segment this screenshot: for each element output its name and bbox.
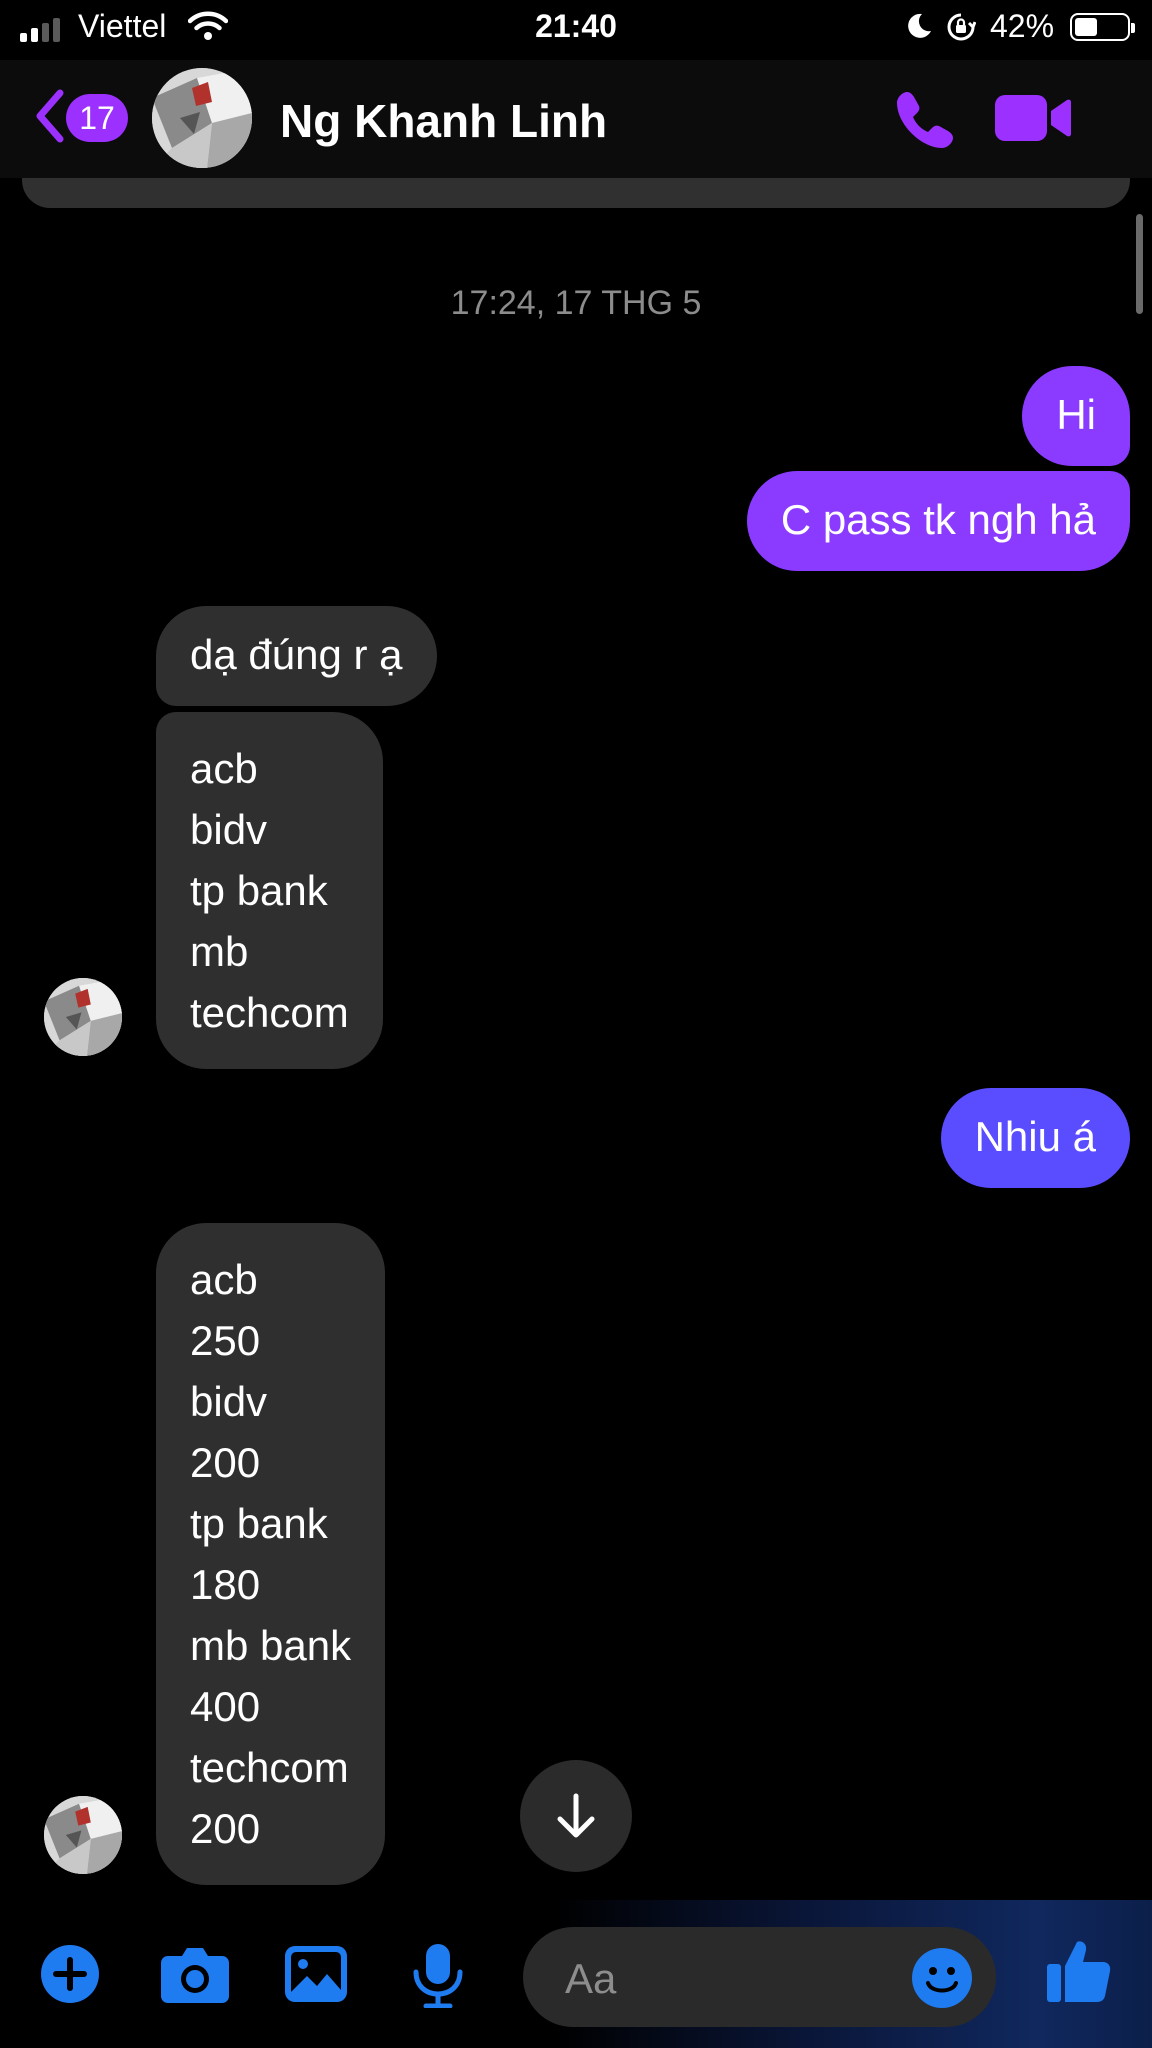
microphone-icon[interactable]	[410, 1944, 466, 2008]
message-text: Nhiu á	[974, 1113, 1096, 1160]
message-input[interactable]: Aa	[523, 1927, 996, 2027]
contact-avatar[interactable]	[152, 68, 252, 168]
message-text-line: mb bank	[190, 1622, 352, 1669]
emoji-icon[interactable]	[911, 1947, 973, 2009]
message-text-line: 200	[190, 1439, 261, 1486]
message-bubble-incoming[interactable]: dạ đúng r ạ	[156, 606, 437, 706]
conversation-timestamp: 17:24, 17 THG 5	[450, 284, 702, 322]
message-composer: Aa	[0, 1900, 1152, 2048]
message-text: C pass tk ngh hả	[780, 496, 1096, 543]
message-text-line: tp bank	[190, 867, 328, 914]
message-text-line: 200	[190, 1805, 261, 1852]
battery-icon	[1070, 13, 1135, 41]
phone-call-icon[interactable]	[893, 88, 957, 152]
clock: 21:40	[535, 8, 617, 44]
battery-percent: 42%	[990, 8, 1055, 44]
message-bubble-incoming[interactable]: acb bidv tp bank mb techcom	[156, 712, 383, 1069]
message-text-line: techcom	[190, 1744, 349, 1791]
status-bar: Viettel 21:40 42%	[0, 0, 1152, 60]
message-input-placeholder: Aa	[565, 1955, 617, 2002]
message-text-line: bidv	[190, 806, 268, 853]
message-text-line: tp bank	[190, 1500, 328, 1547]
message-text-line: 250	[190, 1317, 261, 1364]
message-text: Hi	[1056, 391, 1096, 438]
message-text-line: 180	[190, 1561, 261, 1608]
rotation-lock-icon	[947, 13, 976, 41]
sender-avatar[interactable]	[44, 978, 122, 1056]
previous-message-bubble	[22, 178, 1130, 208]
message-text-line: mb	[190, 928, 249, 975]
message-bubble-outgoing[interactable]: Nhiu á	[940, 1088, 1130, 1188]
camera-icon[interactable]	[160, 1944, 230, 2004]
contact-name[interactable]: Ng Khanh Linh	[280, 94, 607, 148]
message-list[interactable]: 17:24, 17 THG 5 Hi C pass tk ngh hả dạ đ…	[0, 178, 1152, 1900]
sender-avatar[interactable]	[44, 1796, 122, 1874]
message-bubble-outgoing[interactable]: C pass tk ngh hả	[746, 471, 1130, 571]
message-text-line: 400	[190, 1683, 261, 1730]
back-chevron-icon[interactable]	[32, 88, 66, 144]
gallery-icon[interactable]	[283, 1944, 349, 2004]
message-text-line: bidv	[190, 1378, 268, 1425]
message-text-line: acb	[190, 1256, 258, 1303]
thumbs-up-icon[interactable]	[1045, 1938, 1111, 2004]
conversation-header: 17 Ng Khanh Linh	[0, 60, 1152, 178]
do-not-disturb-icon	[908, 13, 931, 38]
scroll-to-bottom-button[interactable]	[520, 1760, 632, 1872]
arrow-down-icon	[557, 1793, 595, 1838]
unread-count-badge[interactable]: 17	[66, 94, 128, 142]
message-text-line: techcom	[190, 989, 349, 1036]
message-bubble-incoming[interactable]: acb 250 bidv 200 tp bank 180 mb bank 400…	[156, 1223, 386, 1885]
plus-icon[interactable]	[40, 1944, 100, 2004]
message-text: dạ đúng r ạ	[190, 631, 403, 678]
message-bubble-outgoing[interactable]: Hi	[1022, 366, 1130, 466]
message-text-line: acb	[190, 745, 258, 792]
video-call-icon[interactable]	[995, 93, 1071, 143]
